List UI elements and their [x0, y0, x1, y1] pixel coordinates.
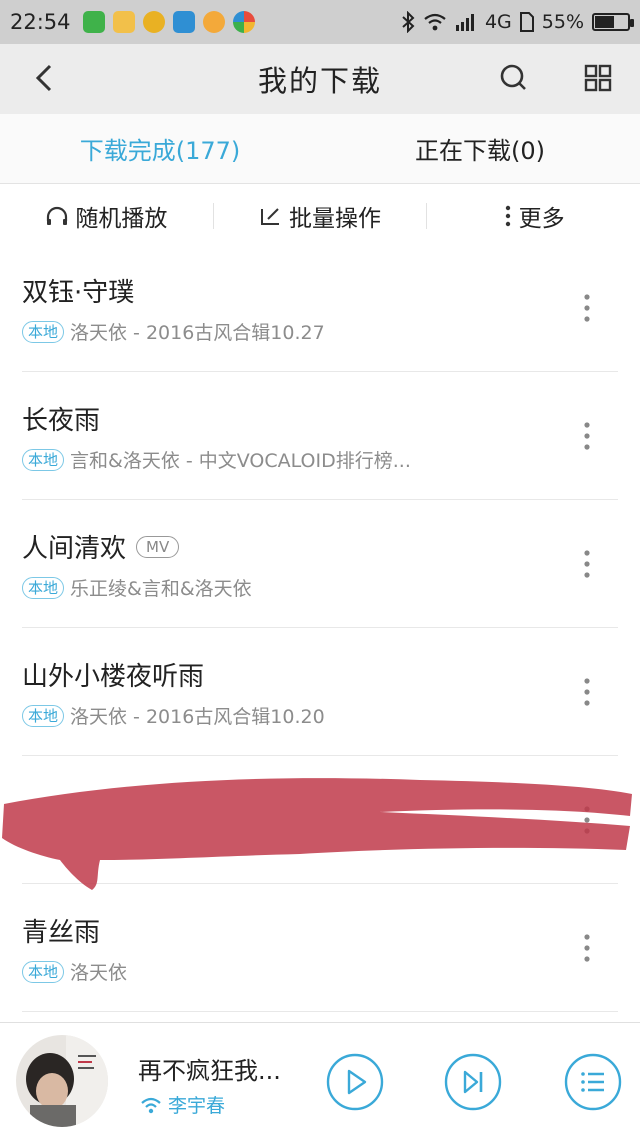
song-row-redacted[interactable] — [22, 756, 618, 884]
mv-badge[interactable]: MV — [136, 535, 180, 558]
song-more-icon[interactable] — [582, 420, 592, 452]
back-icon — [35, 64, 52, 92]
signal-icon — [455, 14, 474, 31]
download-tabs: 下载完成(177) 正在下载(0) — [0, 114, 640, 184]
local-badge: 本地 — [22, 448, 65, 471]
app-notification-icon — [112, 11, 135, 33]
bluetooth-icon — [402, 11, 415, 33]
battery-percent: 55% — [541, 11, 584, 33]
wifi-icon — [424, 13, 446, 31]
wifi-streaming-icon — [141, 1097, 161, 1113]
artist-name: 李宇春 — [168, 1095, 226, 1117]
now-playing-title: 再不疯狂我... — [138, 1057, 281, 1085]
network-type: 4G — [484, 11, 512, 33]
action-bar: 随机播放 批量操作 更多 — [0, 184, 640, 248]
skip-next-icon — [444, 1053, 502, 1111]
grid-menu-button[interactable] — [578, 56, 618, 100]
song-row[interactable]: 青丝雨 本地 洛天依 — [22, 884, 618, 1012]
headphones-icon — [47, 206, 68, 225]
vertical-dots-icon — [505, 205, 510, 227]
local-badge: 本地 — [22, 960, 65, 983]
shuffle-play-label: 随机播放 — [75, 206, 168, 232]
play-icon — [326, 1053, 384, 1111]
wechat-icon — [82, 11, 105, 33]
song-title: 双钰·守璞 — [22, 278, 135, 308]
song-title: 长夜雨 — [22, 406, 101, 436]
play-button[interactable] — [326, 1053, 384, 1111]
song-row[interactable]: 双钰·守璞 本地 洛天依 - 2016古风合辑10.27 — [22, 244, 618, 372]
app-notification-icon — [142, 11, 165, 33]
song-subtitle: 洛天依 - 2016古风合辑10.20 — [70, 706, 325, 728]
playlist-icon — [564, 1053, 622, 1111]
song-title: 人间清欢 — [22, 534, 127, 564]
app-notification-icon — [202, 11, 225, 33]
song-title: 青丝雨 — [22, 918, 101, 948]
grid-icon — [584, 64, 612, 92]
song-subtitle: 洛天依 — [70, 962, 128, 984]
song-row[interactable]: 长夜雨 本地 言和&洛天依 - 中文VOCALOID排行榜... — [22, 372, 618, 500]
song-row[interactable]: 人间清欢 MV 本地 乐正绫&言和&洛天依 — [22, 500, 618, 628]
status-time: 22:54 — [10, 10, 71, 34]
now-playing-artist: 李宇春 — [140, 1091, 225, 1118]
song-more-icon[interactable] — [582, 804, 592, 836]
batch-operation-label: 批量操作 — [289, 206, 381, 232]
song-subtitle: 乐正绫&言和&洛天依 — [70, 578, 252, 600]
more-label: 更多 — [518, 206, 565, 232]
search-button[interactable] — [494, 56, 534, 100]
status-bar: 22:54 4G 55% — [0, 0, 640, 44]
shuffle-play-button[interactable]: 随机播放 — [0, 199, 213, 233]
song-more-icon[interactable] — [582, 676, 592, 708]
page-title: 我的下载 — [257, 64, 382, 98]
song-row[interactable]: 山外小楼夜听雨 本地 洛天依 - 2016古风合辑10.20 — [22, 628, 618, 756]
battery-icon — [592, 13, 634, 31]
tab-downloaded[interactable]: 下载完成(177) — [0, 114, 320, 183]
song-list: 双钰·守璞 本地 洛天依 - 2016古风合辑10.27 长夜雨 本地 言和&洛天依… — [0, 244, 640, 1012]
album-art[interactable] — [16, 1035, 108, 1127]
local-badge: 本地 — [22, 704, 65, 727]
app-header: 我的下载 — [0, 44, 640, 114]
song-more-icon[interactable] — [582, 932, 592, 964]
local-badge: 本地 — [22, 320, 65, 343]
song-subtitle: 洛天依 - 2016古风合辑10.27 — [70, 322, 325, 344]
search-icon — [500, 64, 526, 90]
tab-downloading[interactable]: 正在下载(0) — [320, 114, 640, 183]
song-title: 山外小楼夜听雨 — [22, 662, 205, 692]
song-more-icon[interactable] — [582, 548, 592, 580]
song-more-icon[interactable] — [582, 292, 592, 324]
next-track-button[interactable] — [444, 1053, 502, 1111]
scan-app-icon — [172, 11, 195, 33]
playlist-button[interactable] — [564, 1053, 622, 1111]
album-cover-image — [16, 1035, 108, 1127]
app-notification-icon — [232, 11, 255, 33]
battery-level — [595, 16, 614, 28]
local-badge: 本地 — [22, 576, 65, 599]
more-button[interactable]: 更多 — [427, 199, 640, 233]
back-button[interactable] — [28, 56, 68, 100]
edit-icon — [261, 208, 279, 225]
mini-player: 再不疯狂我... 李宇春 — [0, 1022, 640, 1138]
sim-icon — [519, 12, 534, 32]
song-subtitle: 言和&洛天依 - 中文VOCALOID排行榜... — [70, 450, 411, 472]
notification-icons — [82, 11, 255, 33]
batch-operation-button[interactable]: 批量操作 — [214, 199, 427, 233]
